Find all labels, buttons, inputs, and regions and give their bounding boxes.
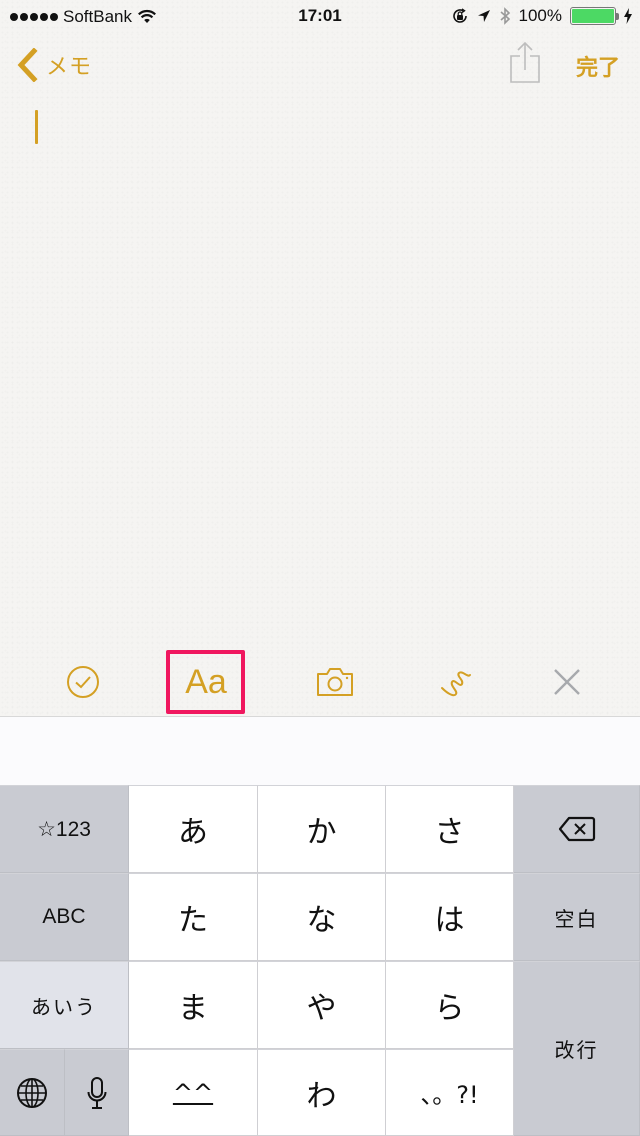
key-ka[interactable]: か xyxy=(258,785,386,873)
back-button[interactable]: メモ xyxy=(16,48,92,82)
squiggle-icon xyxy=(441,671,471,697)
charging-icon xyxy=(624,8,632,24)
key-kana[interactable]: あいう xyxy=(0,961,129,1049)
camera-button[interactable] xyxy=(309,656,361,708)
done-button[interactable]: 完了 xyxy=(576,50,620,82)
location-icon xyxy=(477,10,490,22)
checklist-button[interactable] xyxy=(57,656,109,708)
key-ra[interactable]: ら xyxy=(386,961,514,1049)
keyboard: ☆123 ABC あいう あ か さ た な は ま や ら ^^ わ 、。?! xyxy=(0,785,640,1136)
key-ma[interactable]: ま xyxy=(129,961,258,1049)
key-globe[interactable] xyxy=(0,1049,65,1136)
orientation-lock-icon xyxy=(452,8,467,23)
key-na[interactable]: な xyxy=(258,873,386,961)
share-icon[interactable] xyxy=(508,40,542,84)
camera-icon xyxy=(317,668,353,696)
battery-percent: 100% xyxy=(518,6,562,25)
key-symbols[interactable]: ☆123 xyxy=(0,785,129,873)
close-icon xyxy=(554,669,580,695)
key-ha[interactable]: は xyxy=(386,873,514,961)
note-toolbar: Aa xyxy=(0,648,640,716)
key-emoticon[interactable]: ^^ xyxy=(129,1049,258,1136)
chevron-left-icon xyxy=(17,48,38,82)
bluetooth-icon xyxy=(499,7,510,25)
key-ya[interactable]: や xyxy=(258,961,386,1049)
checkmark-circle-icon xyxy=(67,666,99,698)
key-delete[interactable] xyxy=(514,785,640,873)
key-space[interactable]: 空白 xyxy=(514,873,640,961)
back-label: メモ xyxy=(46,55,93,80)
candidate-bar xyxy=(0,717,640,785)
key-sa[interactable]: さ xyxy=(386,785,514,873)
delete-icon xyxy=(558,816,595,842)
key-ta[interactable]: た xyxy=(129,873,258,961)
sketch-button[interactable] xyxy=(430,656,482,708)
close-toolbar-button[interactable] xyxy=(541,656,593,708)
status-bar: SoftBank 17:01 100% xyxy=(0,0,640,34)
microphone-icon xyxy=(87,1076,106,1109)
key-abc[interactable]: ABC xyxy=(0,873,129,961)
format-button-highlight xyxy=(166,650,245,714)
navigation-bar: メモ 完了 xyxy=(0,34,640,96)
key-return[interactable]: 改行 xyxy=(514,961,640,1136)
globe-icon xyxy=(17,1077,47,1108)
key-punctuation[interactable]: 、。?! xyxy=(386,1049,514,1136)
note-body[interactable] xyxy=(20,100,620,640)
key-a[interactable]: あ xyxy=(129,785,258,873)
battery-icon xyxy=(570,7,619,25)
key-wa[interactable]: わ xyxy=(258,1049,386,1136)
key-dictation[interactable] xyxy=(65,1049,129,1136)
